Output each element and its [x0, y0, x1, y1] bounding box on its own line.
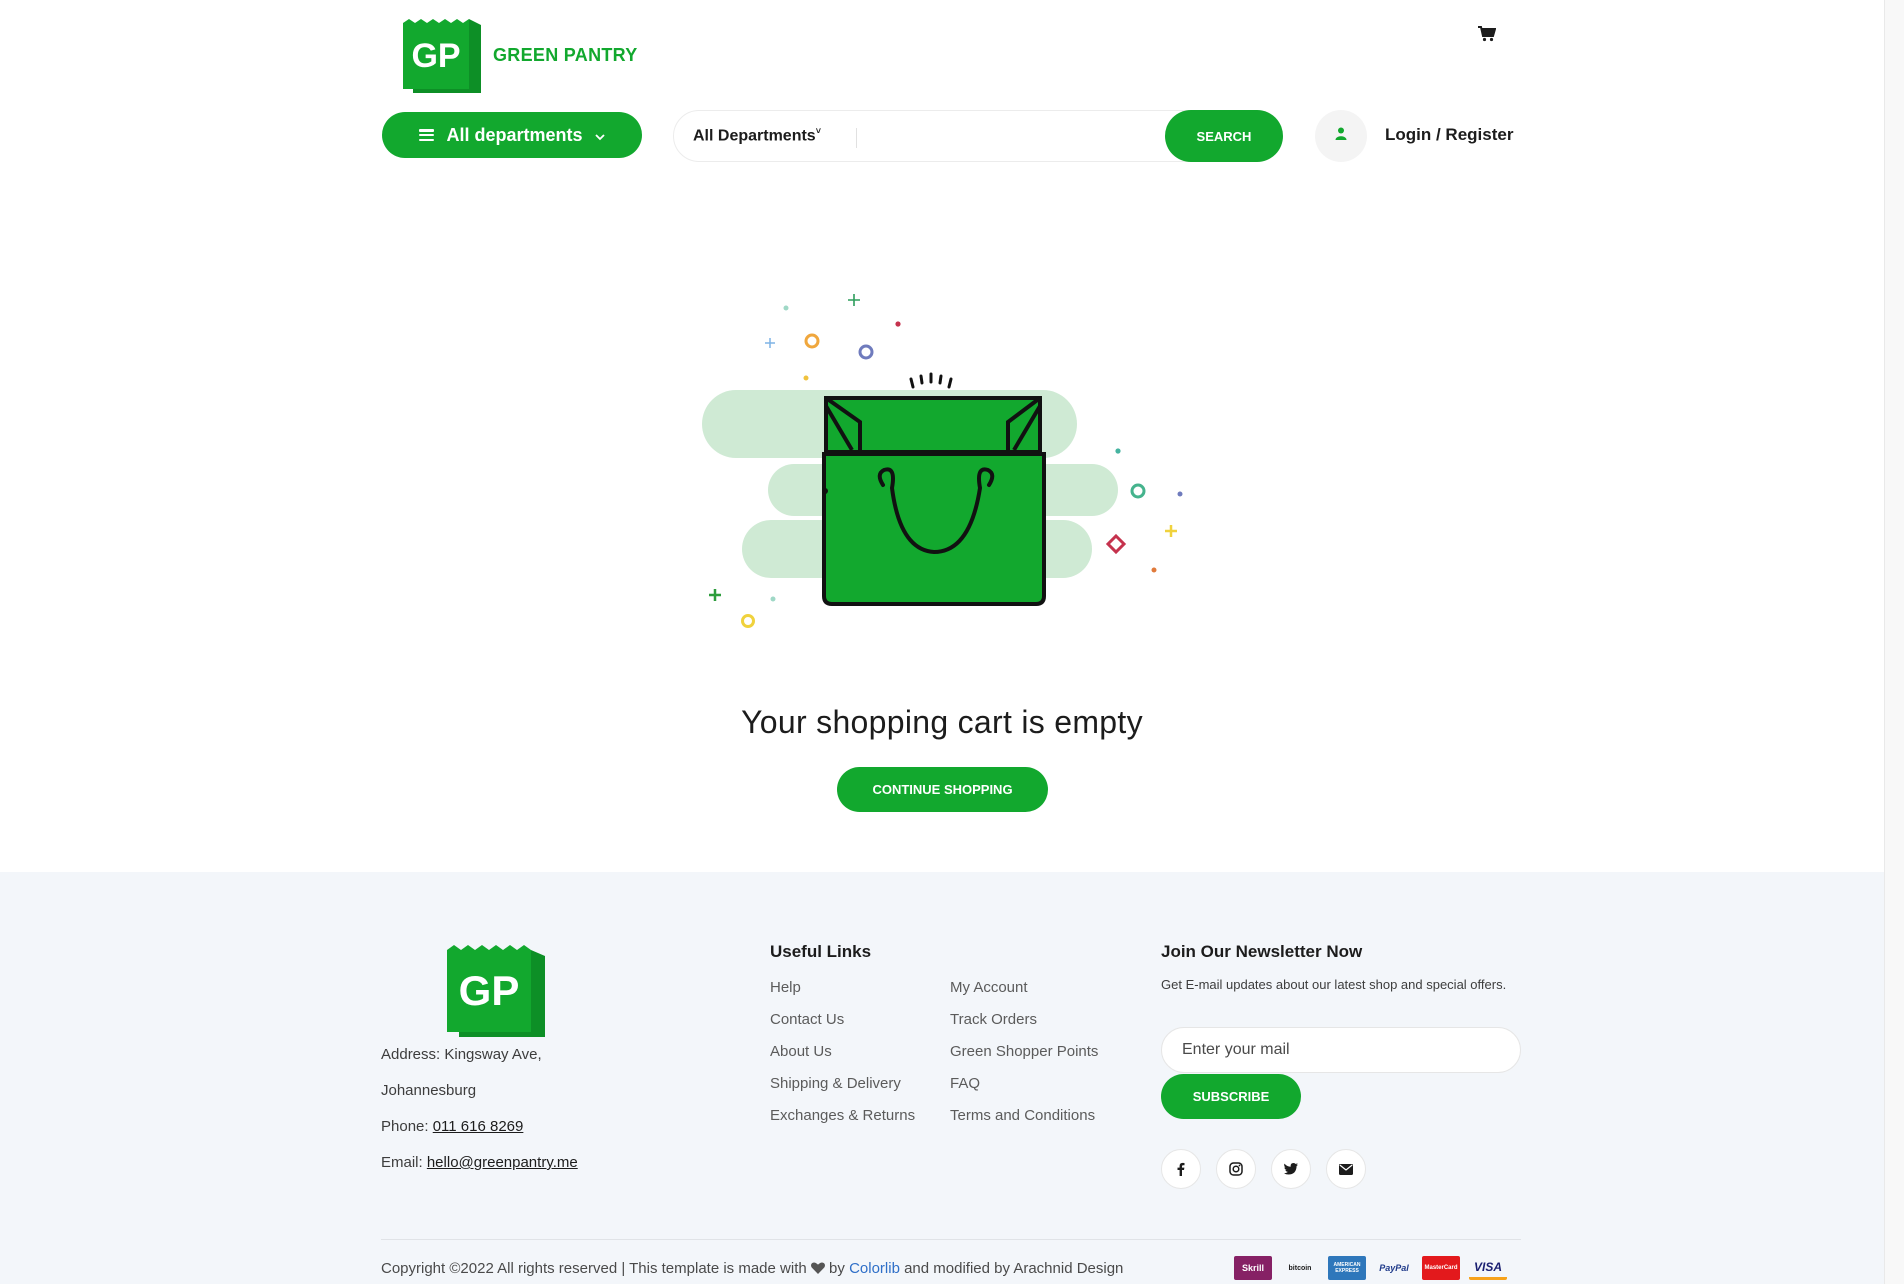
search-bar: All Departments˅ SEARCH [673, 110, 1283, 162]
copyright-part1: Copyright ©2022 All rights reserved | Th… [381, 1260, 807, 1277]
payment-methods: Skrill bitcoin AMERICAN EXPRESS PayPal M… [1234, 1256, 1507, 1280]
colorlib-link[interactable]: Colorlib [849, 1260, 900, 1277]
footer-phone-link[interactable]: 011 616 8269 [433, 1118, 524, 1135]
chevron-down-icon [594, 125, 605, 146]
search-button[interactable]: SEARCH [1165, 110, 1283, 162]
footer-phone-label: Phone: [381, 1118, 433, 1135]
mastercard-icon: MasterCard [1422, 1256, 1460, 1280]
twitter-icon[interactable] [1271, 1149, 1311, 1189]
footer-link-my-account[interactable]: My Account [950, 979, 1028, 996]
footer-link-green-shopper-points[interactable]: Green Shopper Points [950, 1043, 1098, 1060]
subscribe-button[interactable]: SUBSCRIBE [1161, 1074, 1301, 1119]
user-account-button[interactable] [1315, 110, 1367, 162]
visa-icon: VISA [1469, 1256, 1507, 1280]
menu-icon [419, 129, 435, 141]
all-departments-button[interactable]: All departments [382, 112, 642, 158]
brand-logo[interactable]: GP GREEN PANTRY [401, 17, 638, 93]
page-scrollbar[interactable] [1884, 0, 1904, 1284]
footer-address-line2: Johannesburg [381, 1082, 477, 1099]
footer-address-line1: Address: Kingsway Ave, [381, 1046, 542, 1063]
all-departments-label: All departments [446, 124, 583, 145]
empty-cart-illustration [700, 290, 1200, 640]
envelope-icon[interactable] [1326, 1149, 1366, 1189]
logo-bag-icon: GP [401, 17, 484, 93]
heart-icon [810, 1261, 825, 1274]
useful-links-heading: Useful Links [770, 942, 872, 961]
footer-link-faq[interactable]: FAQ [950, 1075, 980, 1092]
svg-text:GP: GP [459, 967, 520, 1014]
footer-divider [381, 1239, 1521, 1240]
bitcoin-icon: bitcoin [1281, 1256, 1319, 1280]
empty-cart-message: Your shopping cart is empty [741, 704, 1143, 740]
footer-link-exchanges-returns[interactable]: Exchanges & Returns [770, 1107, 915, 1124]
shopping-bag-icon [702, 294, 1183, 628]
newsletter-heading: Join Our Newsletter Now [1161, 942, 1363, 961]
american-express-icon: AMERICAN EXPRESS [1328, 1256, 1366, 1280]
brand-name: GREEN PANTRY [493, 44, 638, 65]
footer-link-terms-conditions[interactable]: Terms and Conditions [950, 1107, 1095, 1124]
footer-email-label: Email: [381, 1154, 427, 1171]
skrill-icon: Skrill [1234, 1256, 1272, 1280]
user-icon [1335, 127, 1347, 145]
footer-email: Email: hello@greenpantry.me [381, 1154, 578, 1171]
paypal-icon: PayPal [1375, 1256, 1413, 1280]
newsletter-email-input[interactable] [1161, 1027, 1521, 1073]
footer-email-link[interactable]: hello@greenpantry.me [427, 1154, 578, 1171]
footer-phone: Phone: 011 616 8269 [381, 1118, 523, 1135]
login-register-link[interactable]: Login / Register [1385, 125, 1513, 145]
instagram-icon[interactable] [1216, 1149, 1256, 1189]
copyright-text: Copyright ©2022 All rights reserved | Th… [381, 1260, 1123, 1277]
footer-link-shipping-delivery[interactable]: Shipping & Delivery [770, 1075, 901, 1092]
continue-shopping-button[interactable]: CONTINUE SHOPPING [837, 767, 1048, 812]
footer-link-track-orders[interactable]: Track Orders [950, 1011, 1037, 1028]
footer-link-about-us[interactable]: About Us [770, 1043, 832, 1060]
footer-link-contact-us[interactable]: Contact Us [770, 1011, 844, 1028]
copyright-part2: and modified by Arachnid Design [899, 1260, 1124, 1277]
search-department-label: All Departments [693, 127, 816, 145]
footer-link-help[interactable]: Help [770, 979, 801, 996]
newsletter-description: Get E-mail updates about our latest shop… [1161, 977, 1507, 992]
facebook-icon[interactable] [1161, 1149, 1201, 1189]
search-department-select[interactable]: All Departments˅ [674, 126, 857, 149]
copyright-by: by [824, 1260, 850, 1277]
footer-logo-bag-icon[interactable]: GP [445, 942, 548, 1037]
cart-icon[interactable] [1478, 26, 1498, 46]
dropdown-caret-icon: ˅ [815, 126, 821, 137]
svg-text:GP: GP [411, 37, 460, 75]
